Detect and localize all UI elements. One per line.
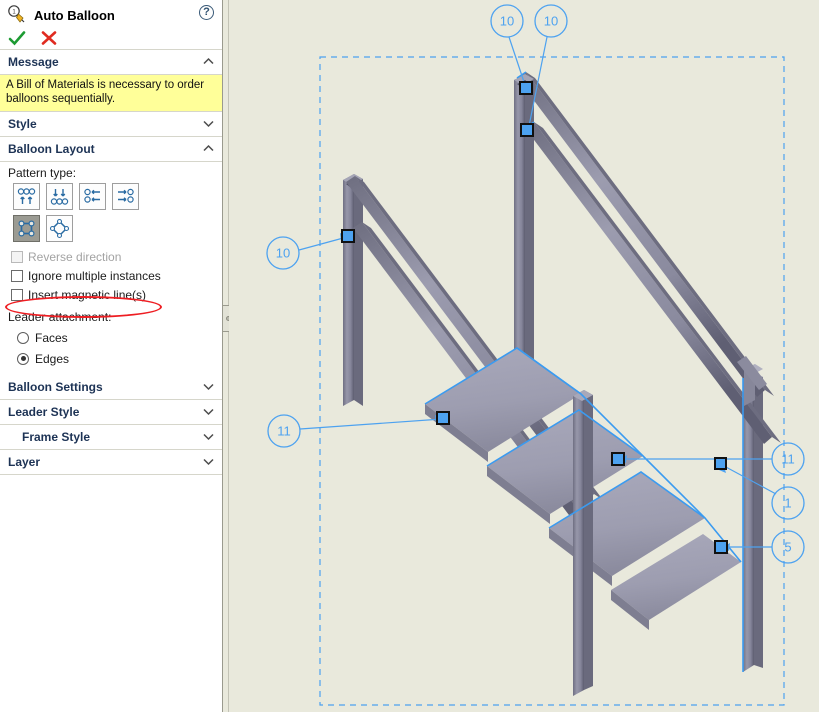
edge-marker (341, 229, 355, 243)
edges-label: Edges (35, 351, 70, 366)
chevron-down-icon[interactable] (203, 382, 214, 391)
balloon-value: 10 (276, 246, 290, 261)
section-header-balloon-settings[interactable]: Balloon Settings (0, 375, 222, 399)
balloon-value: 5 (784, 540, 791, 555)
section-balloon-layout: Balloon Layout (0, 137, 222, 162)
edge-marker (520, 123, 534, 137)
ignore-multiple-instances-checkbox[interactable] (11, 269, 23, 282)
balloon-annotation: 11 (771, 442, 805, 476)
pattern-square-icon[interactable] (13, 215, 40, 242)
page-title: Auto Balloon (34, 7, 115, 23)
chevron-up-icon[interactable] (203, 57, 214, 66)
pattern-right-icon[interactable] (112, 183, 139, 210)
panel-title-bar: 1 Auto Balloon ? (0, 0, 222, 26)
reverse-direction-checkbox[interactable] (11, 250, 23, 263)
balloon-annotation: 10 (490, 4, 524, 38)
balloon-annotation: 10 (534, 4, 568, 38)
balloon-value: 1 (784, 496, 791, 511)
auto-balloon-window: 1 Auto Balloon ? Message A Bill of Mater… (0, 0, 819, 712)
leader-attachment-faces-row[interactable]: Faces (0, 327, 222, 348)
section-header-frame-style[interactable]: Frame Style (0, 425, 222, 449)
section-title-balloon-settings: Balloon Settings (8, 380, 103, 394)
reverse-direction-row[interactable]: Reverse direction (0, 247, 222, 266)
pattern-top-icon[interactable] (13, 183, 40, 210)
cancel-button[interactable] (40, 30, 58, 46)
section-title-balloon-layout: Balloon Layout (8, 142, 95, 156)
pattern-circular-icon[interactable] (46, 215, 73, 242)
pattern-left-icon[interactable] (79, 183, 106, 210)
pattern-type-row-1 (0, 183, 222, 210)
graphics-area[interactable]: 10 10 10 11 11 1 5 (229, 0, 819, 712)
section-title-style: Style (8, 117, 37, 131)
section-title-frame-style: Frame Style (22, 430, 91, 444)
section-style: Style (0, 112, 222, 137)
balloon-layout-body: Pattern type: Reverse direction Ignore m… (0, 162, 222, 375)
section-title-layer: Layer (8, 455, 41, 469)
insert-magnetic-lines-label: Insert magnetic line(s) (28, 287, 147, 302)
ignore-multiple-instances-row[interactable]: Ignore multiple instances (0, 266, 222, 285)
chevron-down-icon[interactable] (203, 432, 214, 441)
insert-magnetic-lines-checkbox[interactable] (11, 288, 23, 301)
balloon-value: 11 (277, 424, 291, 439)
faces-radio[interactable] (17, 331, 29, 344)
section-header-style[interactable]: Style (0, 112, 222, 136)
balloon-value: 10 (544, 14, 558, 29)
balloon-value: 10 (500, 14, 514, 29)
faces-label: Faces (35, 330, 68, 345)
edge-marker (519, 81, 533, 95)
svg-text:1: 1 (12, 10, 16, 16)
insert-magnetic-lines-row[interactable]: Insert magnetic line(s) (0, 285, 222, 304)
chevron-up-icon[interactable] (203, 144, 214, 153)
ignore-multiple-instances-label: Ignore multiple instances (28, 268, 161, 283)
drawing-view: 10 10 10 11 11 1 5 (266, 4, 805, 706)
balloon-annotation: 1 (771, 486, 805, 520)
section-header-message[interactable]: Message (0, 50, 222, 74)
leader-b4 (299, 418, 443, 430)
balloon-annotation: 11 (267, 414, 301, 448)
chevron-down-icon[interactable] (203, 119, 214, 128)
panel-action-bar (0, 26, 222, 50)
edges-radio[interactable] (17, 352, 29, 365)
section-header-leader-style[interactable]: Leader Style (0, 400, 222, 424)
leader-b3 (298, 236, 348, 251)
pattern-type-label: Pattern type: (8, 166, 77, 180)
section-title-leader-style: Leader Style (8, 405, 80, 419)
pattern-type-row-2 (0, 215, 222, 242)
section-header-balloon-layout[interactable]: Balloon Layout (0, 137, 222, 161)
edge-marker (436, 411, 450, 425)
section-header-layer[interactable]: Layer (0, 450, 222, 474)
section-leader-style: Leader Style (0, 400, 222, 425)
section-title-message: Message (8, 55, 59, 69)
section-frame-style: Frame Style (0, 425, 222, 450)
section-message: Message (0, 50, 222, 75)
chevron-down-icon[interactable] (203, 457, 214, 466)
edge-marker (714, 457, 727, 470)
edge-marker (611, 452, 625, 466)
leader-attachment-edges-row[interactable]: Edges (0, 348, 222, 369)
accept-button[interactable] (8, 30, 26, 46)
section-layer: Layer (0, 450, 222, 475)
edge-marker (714, 540, 728, 554)
auto-balloon-icon: 1 (6, 5, 28, 25)
balloon-value: 11 (781, 452, 795, 467)
property-manager-panel: 1 Auto Balloon ? Message A Bill of Mater… (0, 0, 223, 712)
help-icon[interactable]: ? (199, 5, 214, 20)
balloon-annotation: 10 (266, 236, 300, 270)
chevron-down-icon[interactable] (203, 407, 214, 416)
reverse-direction-label: Reverse direction (28, 249, 122, 264)
message-text: A Bill of Materials is necessary to orde… (0, 75, 222, 112)
leader-attachment-label: Leader attachment: (8, 310, 112, 324)
pattern-bottom-icon[interactable] (46, 183, 73, 210)
balloon-annotation: 5 (771, 530, 805, 564)
section-balloon-settings: Balloon Settings (0, 375, 222, 400)
model-3d-frame[interactable] (343, 72, 781, 696)
